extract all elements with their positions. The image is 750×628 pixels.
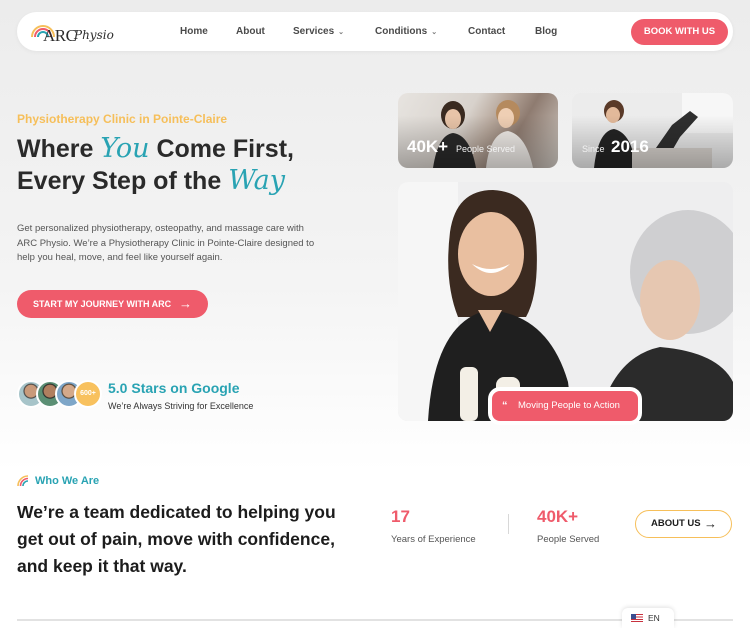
nav-home-label: Home	[180, 26, 208, 37]
language-code: EN	[648, 613, 660, 623]
stat-since-label: Since	[582, 144, 605, 154]
photo-overlay	[572, 93, 733, 168]
google-rating-title: 5.0 Stars on Google	[108, 380, 240, 396]
start-journey-label: START MY JOURNEY WITH ARC	[33, 299, 172, 309]
nav-about[interactable]: About	[236, 26, 265, 37]
review-count-badge: 600+	[74, 380, 102, 408]
book-with-us-button[interactable]: BOOK WITH US	[631, 19, 728, 45]
logo-text: ARC	[43, 26, 77, 45]
nav-contact[interactable]: Contact	[468, 26, 505, 37]
nav-about-label: About	[236, 26, 265, 37]
hero-headline: Where You Come First, Every Step of the …	[17, 133, 347, 197]
start-journey-button[interactable]: START MY JOURNEY WITH ARC →	[17, 290, 208, 318]
google-rating-subtitle: We’re Always Striving for Excellence	[108, 401, 254, 411]
stat-people-served-value: 40K+	[407, 137, 449, 156]
nav-services[interactable]: Services ⌄	[293, 26, 344, 37]
hero-eyebrow: Physiotherapy Clinic in Pointe-Claire	[17, 112, 228, 126]
about-us-label: ABOUT US	[651, 518, 701, 529]
nav-blog-label: Blog	[535, 26, 558, 37]
years-experience-label: Years of Experience	[391, 534, 476, 545]
who-we-are-headline: We’re a team dedicated to helping you ge…	[17, 502, 336, 576]
headline-script-text: You	[100, 133, 150, 164]
moving-people-text: Moving People to Action	[518, 400, 620, 411]
arrow-right-icon: →	[704, 516, 717, 531]
stat-divider	[508, 514, 509, 534]
main-hero-photo	[398, 182, 733, 421]
clinic-photo-2: Since 2016	[572, 93, 733, 168]
stat-since-year: 2016	[611, 137, 649, 156]
chevron-down-icon: ⌄	[338, 29, 345, 36]
us-flag-icon	[631, 614, 643, 622]
headline-text: Where	[17, 135, 94, 163]
rainbow-arc-icon	[17, 475, 29, 487]
arrow-right-icon: →	[179, 296, 192, 311]
headline-script-text: Way	[228, 165, 285, 196]
nav-blog[interactable]: Blog	[535, 26, 557, 37]
people-served-value: 40K+	[537, 507, 579, 526]
hero-description: Get personalized physiotherapy, osteopat…	[17, 223, 315, 263]
reviewer-avatars: 600+	[17, 380, 107, 410]
language-switcher[interactable]: EN	[622, 608, 674, 628]
top-navbar: ARC Physio Home About Services ⌄ Conditio…	[17, 12, 733, 51]
quote-icon: “	[502, 400, 508, 412]
nav-services-label: Services	[293, 26, 335, 37]
chevron-down-icon: ⌄	[431, 29, 438, 36]
about-us-button[interactable]: ABOUT US →	[635, 510, 732, 538]
stat-people-served-label: People Served	[456, 144, 516, 154]
headline-text: Come First,	[156, 135, 294, 163]
arc-physio-logo[interactable]: ARC Physio	[29, 18, 119, 46]
nav-contact-label: Contact	[468, 26, 506, 37]
clinic-photo-1: 40K+ People Served	[398, 93, 558, 168]
headline-text: Every Step of the	[17, 167, 222, 195]
nav-conditions[interactable]: Conditions ⌄	[375, 26, 437, 37]
nav-home[interactable]: Home	[180, 26, 208, 37]
years-experience-value: 17	[391, 507, 410, 526]
who-we-are-label: Who We Are	[35, 475, 100, 487]
physiotherapist-smiling-image	[398, 182, 733, 421]
people-served-label: People Served	[537, 534, 600, 545]
moving-people-tag: “ Moving People to Action	[492, 391, 638, 421]
nav-conditions-label: Conditions	[375, 26, 428, 37]
logo-script-text: Physio	[74, 28, 114, 42]
